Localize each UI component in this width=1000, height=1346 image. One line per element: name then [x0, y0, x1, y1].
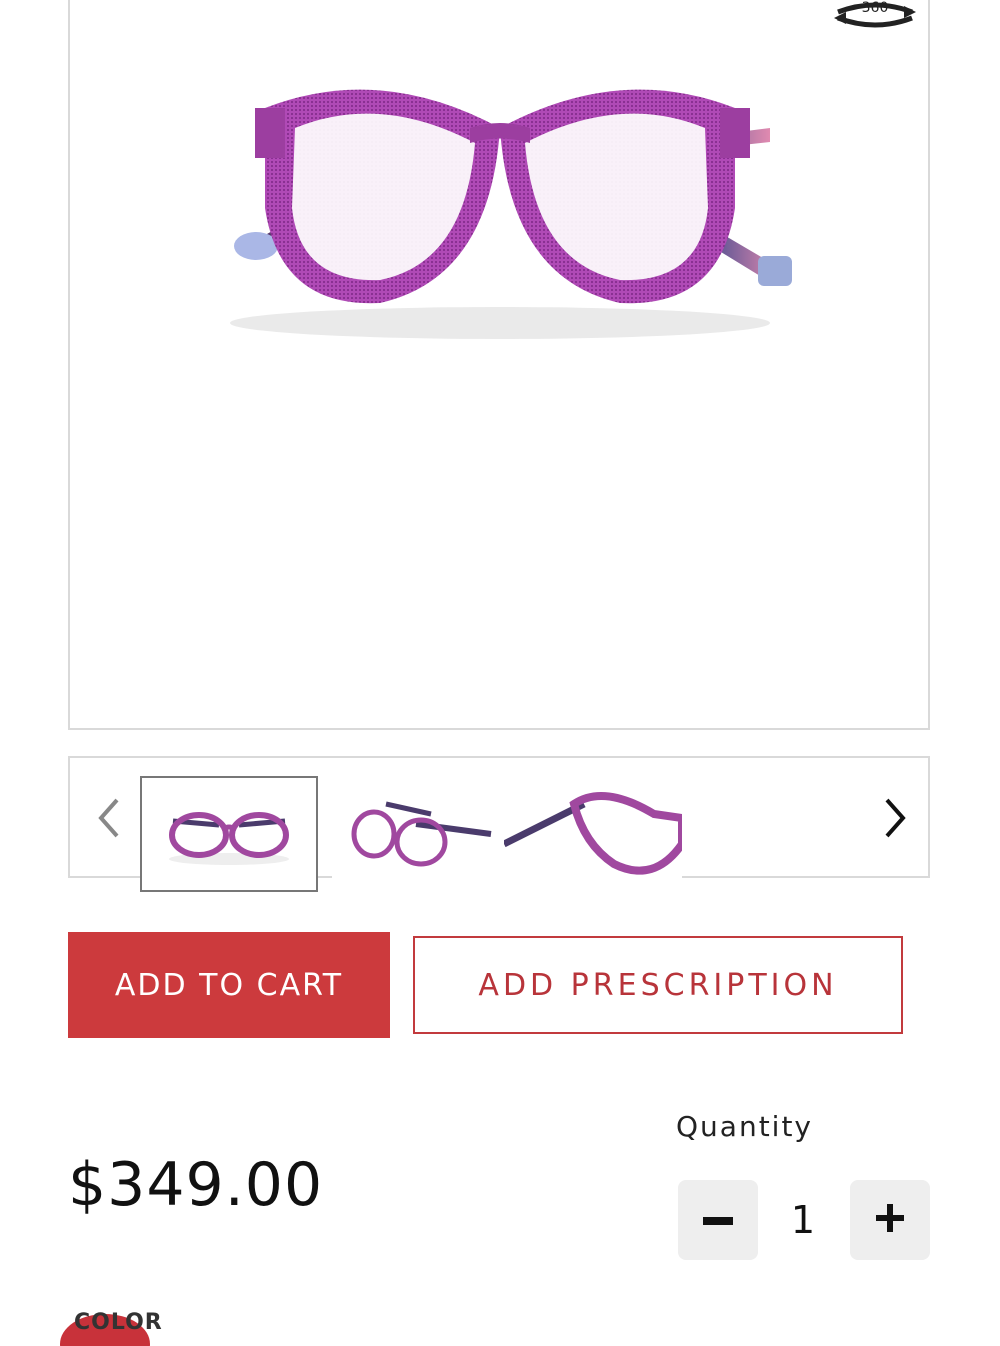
quantity-label: Quantity [676, 1110, 813, 1143]
add-to-cart-button[interactable]: ADD TO CART [68, 932, 390, 1038]
quantity-increase-button[interactable] [850, 1180, 930, 1260]
thumbnail-carousel [68, 756, 930, 892]
color-section: COLOR [60, 1306, 260, 1346]
glasses-image [230, 89, 792, 339]
glasses-thumbnail-image [504, 792, 682, 875]
glasses-thumbnail-image [351, 801, 492, 867]
quantity-decrease-button[interactable] [678, 1180, 758, 1260]
plus-icon [876, 1204, 904, 1236]
rotate-360-icon[interactable]: 360 [830, 0, 920, 32]
glasses-thumbnail-image [169, 812, 289, 865]
add-prescription-button[interactable]: ADD PRESCRIPTION [413, 936, 903, 1034]
quantity-value[interactable]: 1 [768, 1180, 838, 1260]
thumbnail-angled[interactable] [332, 776, 510, 892]
thumbnail-front[interactable] [140, 776, 318, 892]
main-product-image[interactable]: 360 [68, 0, 930, 730]
svg-text:360: 360 [862, 0, 889, 16]
chevron-left-icon[interactable] [90, 788, 130, 848]
thumbnail-side[interactable] [504, 776, 682, 892]
chevron-right-icon[interactable] [874, 788, 914, 848]
color-label: COLOR [74, 1310, 163, 1335]
product-price: $349.00 [68, 1150, 324, 1220]
minus-icon [703, 1211, 733, 1230]
